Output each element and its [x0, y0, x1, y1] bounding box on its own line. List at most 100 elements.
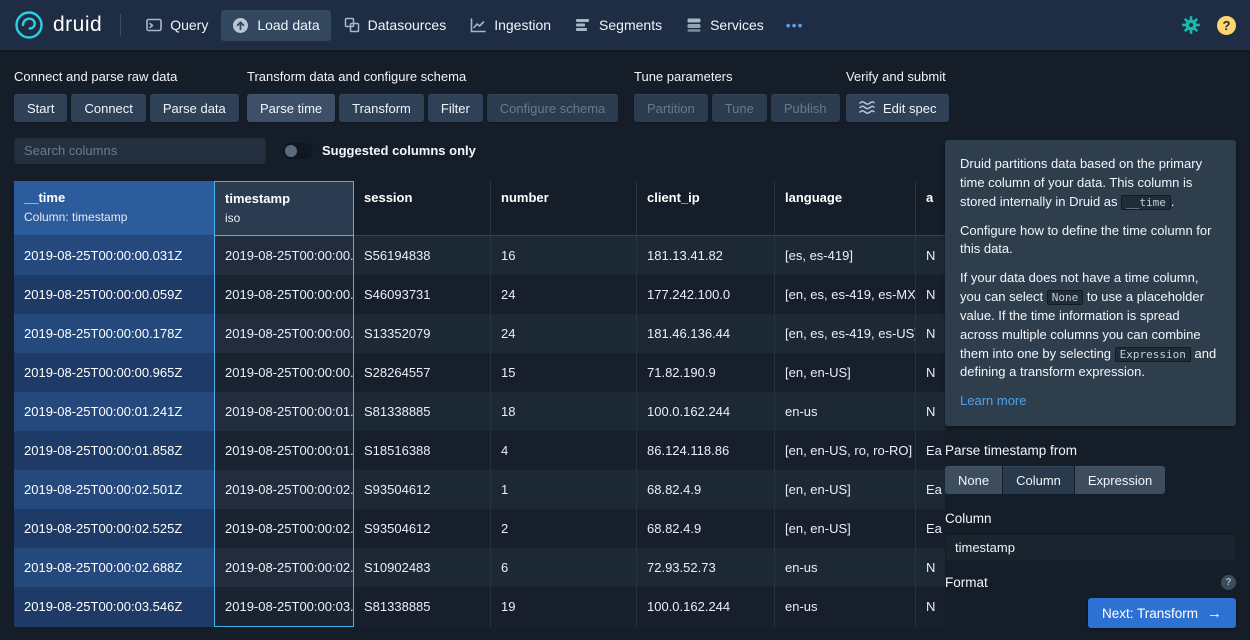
cell-timestamp: 2019-08-25T00:00:02.688Z [214, 548, 354, 587]
cell-timestamp: 2019-08-25T00:00:00.965Z [214, 353, 354, 392]
step-configure-schema-button: Configure schema [487, 94, 619, 122]
cell-__time: 2019-08-25T00:00:03.546Z [14, 587, 214, 627]
nav-more-button[interactable]: ••• [777, 10, 813, 40]
nav-item-load-data[interactable]: Load data [221, 10, 330, 41]
cell-session: S13352079 [354, 314, 491, 353]
step-start-button[interactable]: Start [14, 94, 67, 122]
cell-session: S56194838 [354, 236, 491, 275]
cell-timestamp: 2019-08-25T00:00:01.241Z [214, 392, 354, 431]
cell-client_ip: 71.82.190.9 [637, 353, 775, 392]
option-column-button[interactable]: Column [1003, 466, 1074, 494]
topbar-divider [120, 14, 121, 36]
cell-timestamp: 2019-08-25T00:00:00.059Z [214, 275, 354, 314]
query-icon [146, 17, 162, 33]
cell-__time: 2019-08-25T00:00:01.858Z [14, 431, 214, 470]
cell-session: S81338885 [354, 587, 491, 627]
nav-label: Segments [599, 17, 662, 33]
timestamp-column-input[interactable] [945, 533, 1236, 561]
help-icon[interactable]: ? [1217, 16, 1236, 35]
cell-language: [en, es, es-419, es-US] [775, 314, 916, 353]
table-row: 2019-08-25T00:00:01.858Z2019-08-25T00:00… [14, 431, 954, 470]
column-header-session[interactable]: session [354, 181, 491, 236]
cell-__time: 2019-08-25T00:00:01.241Z [14, 392, 214, 431]
nav-item-segments[interactable]: Segments [564, 10, 673, 40]
next-transform-button[interactable]: Next: Transform → [1088, 598, 1236, 628]
table-row: 2019-08-25T00:00:01.241Z2019-08-25T00:00… [14, 392, 954, 431]
format-info-icon[interactable]: ? [1221, 575, 1236, 590]
load-data-icon [232, 17, 249, 34]
info-paragraph: If your data does not have a time column… [960, 269, 1221, 382]
cell-timestamp: 2019-08-25T00:00:00.178Z [214, 314, 354, 353]
settings-gear-icon[interactable] [1181, 15, 1201, 35]
cell-session: S81338885 [354, 392, 491, 431]
main-nav: Query Load data Datasources Ingestion Se… [135, 10, 812, 41]
step-parse-time-button[interactable]: Parse time [247, 94, 335, 122]
nav-item-query[interactable]: Query [135, 10, 219, 40]
toggle-knob [285, 145, 297, 157]
option-none-button[interactable]: None [945, 466, 1002, 494]
cell-number: 16 [491, 236, 637, 275]
cell-number: 4 [491, 431, 637, 470]
suggested-columns-label: Suggested columns only [322, 143, 476, 158]
edit-spec-button[interactable]: Edit spec [846, 94, 949, 122]
format-field-label: Format ? [945, 575, 1236, 590]
column-header-language[interactable]: language [775, 181, 916, 236]
timestamp-source-segmented-control: None Column Expression [945, 466, 1236, 494]
info-paragraph: Druid partitions data based on the prima… [960, 155, 1221, 212]
column-header-time[interactable]: __time Column: timestamp [14, 181, 214, 236]
nav-item-services[interactable]: Services [675, 10, 775, 40]
cell-client_ip: 86.124.118.86 [637, 431, 775, 470]
step-publish-button: Publish [771, 94, 840, 122]
cell-language: [es, es-419] [775, 236, 916, 275]
nav-label: Load data [257, 17, 319, 33]
nav-label: Ingestion [494, 17, 551, 33]
cell-client_ip: 181.13.41.82 [637, 236, 775, 275]
step-connect-button[interactable]: Connect [71, 94, 145, 122]
step-group-connect: Connect and parse raw data Start Connect… [14, 69, 239, 122]
datasources-icon [344, 17, 360, 33]
search-columns-input[interactable] [14, 137, 266, 164]
edit-spec-label: Edit spec [883, 101, 936, 116]
druid-logo-icon[interactable] [14, 10, 44, 40]
next-button-label: Next: Transform [1102, 606, 1198, 621]
brand-name: druid [53, 13, 102, 37]
time-code-chip: __time [1121, 195, 1171, 210]
cell-__time: 2019-08-25T00:00:02.501Z [14, 470, 214, 509]
cell-language: [en, es, es-419, es-MX] [775, 275, 916, 314]
cell-timestamp: 2019-08-25T00:00:01.858Z [214, 431, 354, 470]
cell-language: en-us [775, 548, 916, 587]
suggested-columns-toggle[interactable] [283, 143, 313, 159]
step-filter-button[interactable]: Filter [428, 94, 483, 122]
step-group-label: Tune parameters [634, 69, 840, 84]
time-column-info-card: Druid partitions data based on the prima… [945, 140, 1236, 426]
top-navigation-bar: druid Query Load data Datasources Ingest… [0, 0, 1250, 50]
parse-timestamp-from-label: Parse timestamp from [945, 443, 1236, 458]
table-row: 2019-08-25T00:00:02.688Z2019-08-25T00:00… [14, 548, 954, 587]
segments-icon [575, 17, 591, 33]
cell-number: 19 [491, 587, 637, 627]
option-expression-button[interactable]: Expression [1075, 466, 1165, 494]
cell-client_ip: 68.82.4.9 [637, 509, 775, 548]
ingestion-icon [470, 17, 486, 33]
column-header-number[interactable]: number [491, 181, 637, 236]
step-parse-data-button[interactable]: Parse data [150, 94, 239, 122]
column-header-timestamp[interactable]: timestamp iso [214, 181, 354, 236]
cell-language: [en, en-US] [775, 509, 916, 548]
learn-more-link[interactable]: Learn more [960, 392, 1026, 411]
cell-session: S46093731 [354, 275, 491, 314]
cell-client_ip: 100.0.162.244 [637, 587, 775, 627]
nav-label: Datasources [368, 17, 447, 33]
step-group-label: Transform data and configure schema [247, 69, 618, 84]
column-header-client-ip[interactable]: client_ip [637, 181, 775, 236]
cell-session: S28264557 [354, 353, 491, 392]
wizard-steps: Connect and parse raw data Start Connect… [0, 69, 1250, 131]
table-row: 2019-08-25T00:00:02.525Z2019-08-25T00:00… [14, 509, 954, 548]
cell-session: S18516388 [354, 431, 491, 470]
cell-language: en-us [775, 587, 916, 627]
nav-item-ingestion[interactable]: Ingestion [459, 10, 562, 40]
cell-language: en-us [775, 392, 916, 431]
step-transform-button[interactable]: Transform [339, 94, 424, 122]
step-group-verify: Verify and submit Edit spec [846, 69, 949, 122]
step-group-tune: Tune parameters Partition Tune Publish [634, 69, 840, 122]
nav-item-datasources[interactable]: Datasources [333, 10, 458, 40]
